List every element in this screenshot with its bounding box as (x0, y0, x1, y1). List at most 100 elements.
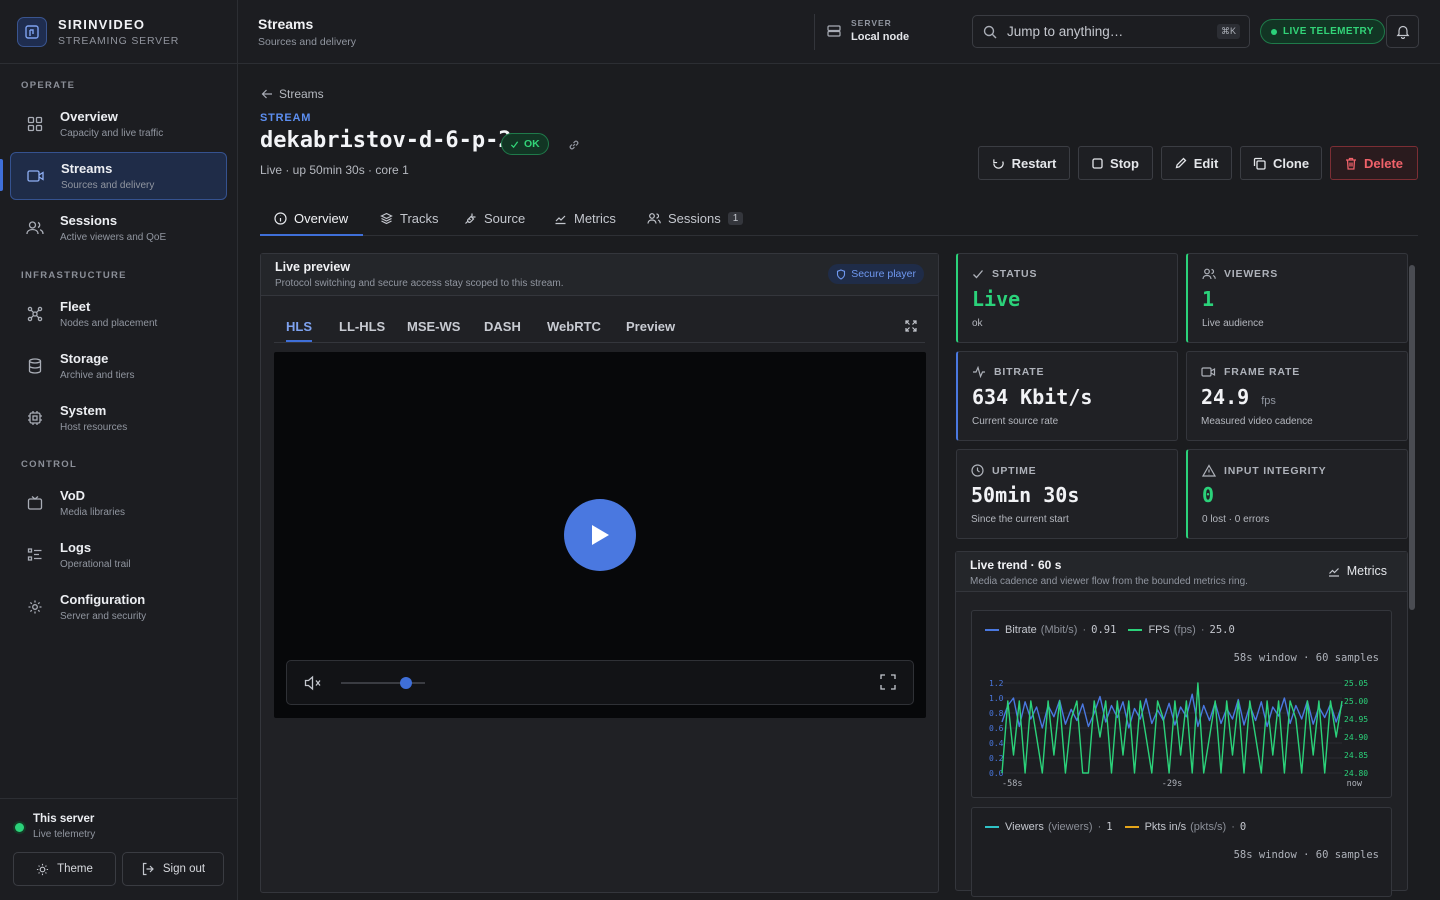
sun-icon (36, 863, 49, 876)
legend-unit: (pkts/s) (1190, 821, 1227, 833)
sidebar-item-streams[interactable]: Streams Sources and delivery (10, 152, 227, 200)
stat-value: 0 (1202, 483, 1215, 507)
stat-card-uptime: UPTIME 50min 30s Since the current start (956, 449, 1178, 539)
sidebar-item-logs[interactable]: Logs Operational trail (10, 531, 227, 579)
brand[interactable]: SIRINVIDEO STREAMING SERVER (0, 0, 237, 64)
tab-tracks[interactable]: Tracks (380, 200, 439, 236)
y-right-tick-label: 24.85 (1344, 751, 1368, 760)
protocol-tab-preview[interactable]: Preview (626, 310, 675, 342)
protocol-tab-hls[interactable]: HLS (286, 310, 312, 342)
stat-value: 24.9 (1201, 385, 1250, 409)
users-icon (647, 212, 661, 225)
clone-button[interactable]: Clone (1240, 146, 1322, 180)
legend-swatch-fps (1128, 629, 1143, 631)
sidebar-item-configuration[interactable]: Configuration Server and security (10, 583, 227, 631)
expand-icon[interactable] (905, 320, 917, 332)
sidebar-item-storage[interactable]: Storage Archive and tiers (10, 342, 227, 390)
metrics-link-button[interactable]: Metrics (1328, 564, 1387, 578)
sidebar-item-label: Logs (60, 540, 92, 555)
notifications-button[interactable] (1386, 15, 1419, 48)
theme-button[interactable]: Theme (13, 852, 116, 886)
sidebar-item-sessions[interactable]: Sessions Active viewers and QoE (10, 204, 227, 252)
tab-sessions[interactable]: Sessions 1 (647, 200, 744, 236)
sidebar-item-desc: Active viewers and QoE (60, 232, 167, 243)
volume-slider[interactable] (341, 682, 425, 684)
server-name: This server (33, 813, 95, 825)
stream-meta: Live · up 50min 30s · core 1 (260, 163, 409, 177)
sidebar-item-vod[interactable]: VoD Media libraries (10, 479, 227, 527)
divider (814, 14, 815, 50)
stat-desc: Since the current start (971, 514, 1069, 525)
sidebar-item-fleet[interactable]: Fleet Nodes and placement (10, 290, 227, 338)
grid-icon (25, 114, 45, 134)
fullscreen-icon[interactable] (880, 674, 896, 690)
signout-label: Sign out (162, 863, 206, 875)
stat-label: STATUS (992, 268, 1038, 280)
mute-icon[interactable] (304, 675, 322, 691)
x-tick-label: now (1347, 779, 1363, 789)
protocol-tab-dash[interactable]: DASH (484, 310, 521, 342)
video-player[interactable] (274, 352, 926, 718)
edit-button[interactable]: Edit (1161, 146, 1232, 180)
sidebar: SIRINVIDEO STREAMING SERVER OPERATE Over… (0, 0, 238, 900)
bell-icon (1396, 24, 1410, 39)
stream-name: dekabristov-d-6-p-2 (260, 128, 512, 153)
scrollbar-thumb[interactable] (1409, 265, 1415, 610)
delete-button[interactable]: Delete (1330, 146, 1418, 180)
search-icon (983, 25, 997, 39)
check-icon (972, 268, 984, 280)
tab-label: Metrics (574, 210, 616, 226)
protocol-tabs: HLS LL-HLS MSE-WS DASH WebRTC Preview (274, 310, 925, 343)
protocol-tab-llhls[interactable]: LL-HLS (339, 310, 385, 342)
stat-desc: ok (972, 318, 983, 329)
restart-button[interactable]: Restart (978, 146, 1070, 180)
check-icon (510, 140, 519, 149)
chart-card-bitrate-fps: Bitrate (Mbit/s) · 0.91 FPS (fps) · 25.0… (971, 610, 1392, 798)
tab-source[interactable]: Source (464, 200, 525, 236)
shortcut-badge: ⌘K (1216, 24, 1240, 39)
trend-icon (1328, 565, 1340, 577)
y-left-tick-label: 0.0 (989, 769, 1004, 778)
stat-value: Live (972, 287, 1021, 311)
scrollbar[interactable] (1408, 253, 1416, 878)
live-dot (1271, 28, 1277, 35)
signout-button[interactable]: Sign out (122, 852, 224, 886)
live-trend-panel: Live trend · 60 s Media cadence and view… (955, 551, 1408, 897)
live-telemetry-badge[interactable]: LIVE TELEMETRY (1260, 19, 1385, 44)
link-icon[interactable] (568, 139, 580, 151)
stop-button[interactable]: Stop (1078, 146, 1153, 180)
panel-header: Live preview Protocol switching and secu… (261, 254, 938, 296)
sidebar-item-system[interactable]: System Host resources (10, 394, 227, 442)
live-preview-panel: Live preview Protocol switching and secu… (260, 253, 939, 893)
square-icon (1092, 157, 1103, 169)
list-icon (25, 545, 45, 565)
secure-player-badge: Secure player (828, 264, 924, 284)
trend-title: Live trend · 60 s (970, 558, 1062, 572)
delete-label: Delete (1363, 155, 1404, 171)
protocol-tab-msews[interactable]: MSE-WS (407, 310, 460, 342)
volume-knob[interactable] (399, 677, 412, 689)
tab-metrics[interactable]: Metrics (554, 200, 616, 236)
server-icon (827, 24, 841, 38)
y-left-tick-label: 1.2 (989, 679, 1004, 688)
arrow-left-icon (261, 88, 273, 100)
breadcrumb[interactable]: Streams (261, 87, 324, 101)
search-input[interactable]: Jump to anything… ⌘K (972, 15, 1250, 48)
y-right-tick-label: 24.95 (1344, 715, 1368, 724)
stat-desc: Live audience (1202, 318, 1264, 329)
y-right-tick-label: 25.05 (1344, 679, 1368, 688)
refresh-icon (992, 157, 1005, 170)
sidebar-item-overview[interactable]: Overview Capacity and live traffic (10, 100, 227, 148)
breadcrumb-label: Streams (279, 87, 324, 101)
tab-overview[interactable]: Overview (274, 200, 348, 236)
server-value[interactable]: Local node (851, 31, 909, 43)
logo-icon (17, 16, 47, 47)
sidebar-item-label: Configuration (60, 592, 146, 607)
y-left-tick-label: 0.4 (989, 739, 1004, 748)
sidebar-item-label: Fleet (60, 299, 91, 314)
alert-triangle-icon (1202, 464, 1216, 477)
play-button[interactable] (564, 499, 636, 571)
panel-subtitle: Protocol switching and secure access sta… (275, 278, 564, 289)
protocol-tab-webrtc[interactable]: WebRTC (547, 310, 601, 342)
sidebar-item-desc: Operational trail (60, 559, 131, 570)
